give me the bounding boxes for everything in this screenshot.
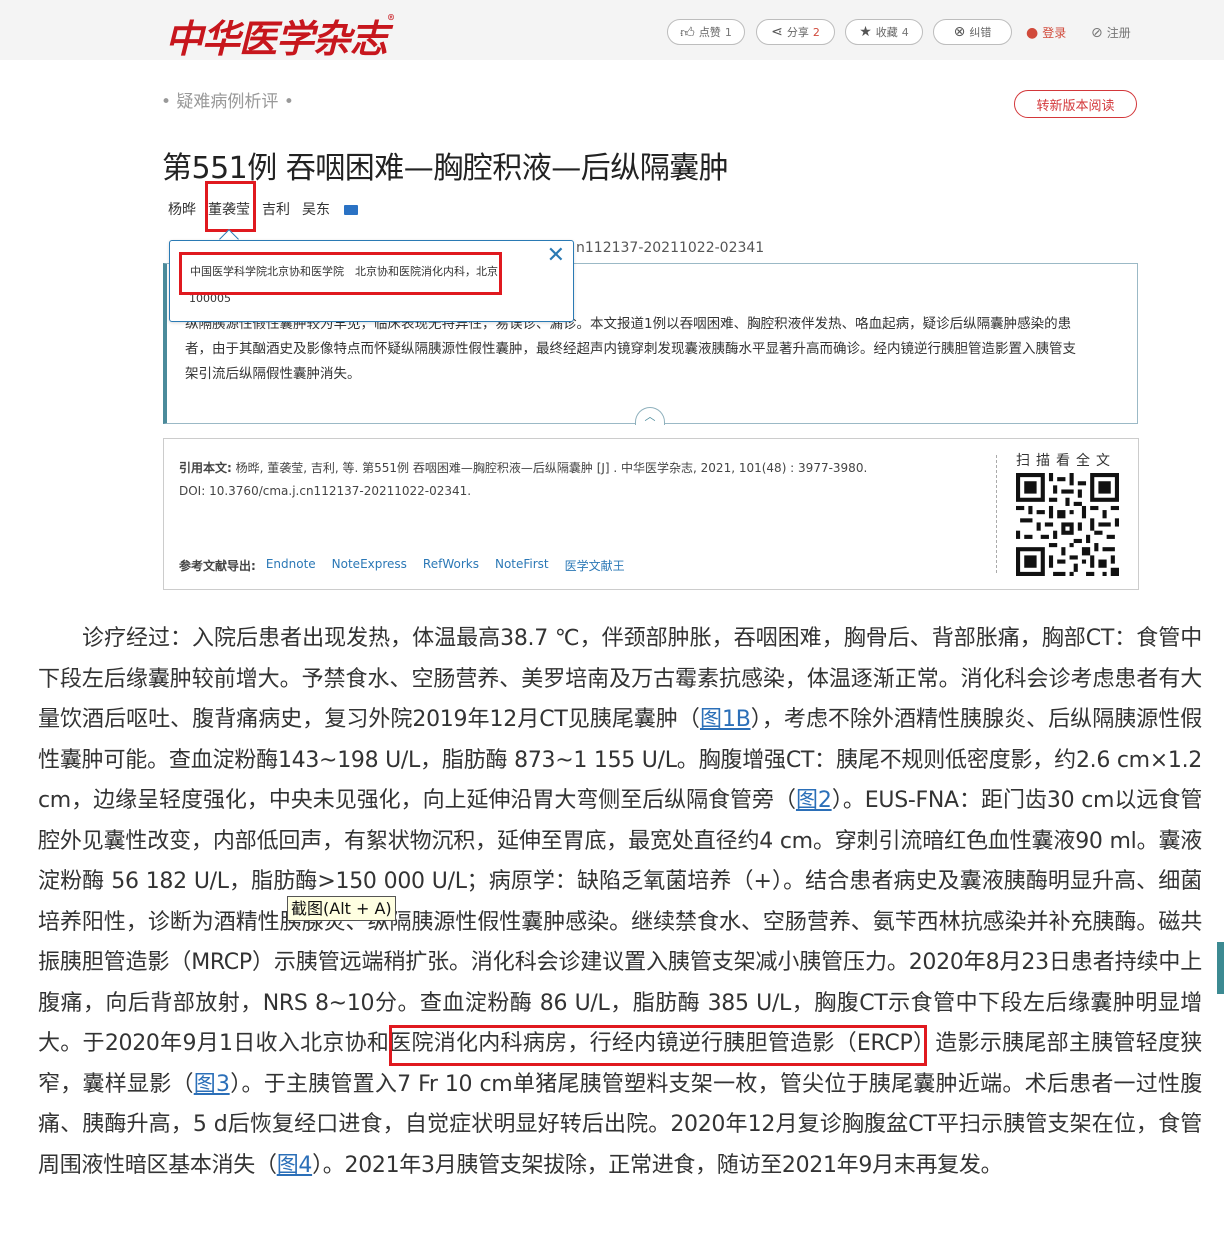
favorite-count: 4	[901, 25, 909, 39]
journal-logo[interactable]: 中华医学杂志®	[165, 8, 395, 63]
author-link[interactable]: 吉利	[262, 199, 290, 219]
abstract-line: 者，由于其酗酒史及影像特点而怀疑纵隔胰源性假性囊肿，最终经超声内镜穿刺发现囊液胰…	[185, 341, 1076, 357]
register-link[interactable]: ⊘ 注册	[1091, 24, 1131, 41]
body-paragraph: 诊疗经过：入院后患者出现发热，体温最高38.7 ℃，伴颈部肿胀，吞咽困难，胸骨后…	[38, 619, 1202, 1186]
user-icon: ●	[1026, 24, 1039, 41]
register-label: 注册	[1106, 26, 1131, 40]
share-icon: ⋖	[771, 24, 783, 40]
citation-doi: DOI: 10.3760/cma.j.cn112137-20211022-023…	[179, 484, 472, 498]
body-text-run: ）。EUS-FNA：距门齿30 cm以远食管腔外见囊性改变，内部低回声，有絮状物…	[38, 788, 1203, 1056]
report-error-button[interactable]: ⊗ 纠错	[933, 19, 1012, 45]
divider	[996, 455, 997, 573]
scrollbar-thumb[interactable]	[1217, 942, 1224, 994]
mail-icon[interactable]	[344, 205, 358, 215]
report-error-label: 纠错	[969, 26, 992, 39]
citation-text: 杨晔, 董袭莹, 吉利, 等. 第551例 吞咽困难—胸腔积液—后纵隔囊肿 [J…	[235, 461, 868, 475]
switch-version-button[interactable]: 转新版本阅读	[1014, 90, 1137, 118]
share-button[interactable]: ⋖ 分享 2	[756, 19, 835, 45]
figure-link[interactable]: 图1B	[700, 707, 751, 732]
author-link[interactable]: 杨晔	[168, 199, 196, 219]
figure-link[interactable]: 图4	[277, 1153, 313, 1178]
export-row: 参考文献导出: Endnote NoteExpress RefWorks Not…	[179, 557, 625, 574]
export-yixuewenxianwang-link[interactable]: 医学文献王	[565, 557, 625, 574]
citation-line: 引用本文: 杨晔, 董袭莹, 吉利, 等. 第551例 吞咽困难—胸腔积液—后纵…	[179, 459, 867, 476]
section-tag: • 疑难病例析评 •	[161, 92, 294, 112]
author-list: 杨晔 董袭莹 吉利 吴东	[168, 199, 358, 219]
logo-text: 中华医学杂志	[165, 16, 388, 61]
abstract-line: 架引流后纵隔假性囊肿消失。	[185, 366, 361, 382]
export-label: 参考文献导出:	[179, 559, 256, 573]
author-link[interactable]: 吴东	[302, 199, 358, 219]
highlight-box-affiliation	[179, 252, 502, 295]
export-noteexpress-link[interactable]: NoteExpress	[332, 557, 407, 574]
author-name: 吴东	[302, 202, 330, 218]
figure-link[interactable]: 图3	[194, 1072, 230, 1097]
citation-label: 引用本文:	[179, 461, 232, 475]
favorite-button[interactable]: ★ 收藏 4	[845, 19, 923, 45]
close-icon[interactable]: ✕	[547, 244, 565, 268]
qr-code-icon	[1016, 473, 1119, 576]
top-bar: 中华医学杂志® 👍︎ 点赞 1 ⋖ 分享 2 ★ 收藏 4 ⊗ 纠错 ● 登录 …	[0, 0, 1224, 63]
body-text-run: ）。2021年3月胰管支架拔除，正常进食，随访至2021年9月末再复发。	[312, 1152, 1003, 1178]
abstract-text: 纵隔胰源性假性囊肿较为罕见，临床表现无特异性，易误诊、漏诊。本文报道1例以吞咽困…	[185, 312, 1125, 387]
star-icon: ★	[859, 24, 872, 40]
figure-link[interactable]: 图2	[796, 788, 832, 813]
share-count: 2	[812, 25, 820, 39]
thumbs-up-icon: 👍︎	[680, 24, 695, 41]
doi-fragment: n112137-20211022-02341	[576, 240, 765, 256]
like-button[interactable]: 👍︎ 点赞 1	[667, 19, 745, 45]
pencil-circle-icon: ⊘	[1091, 24, 1103, 41]
export-endnote-link[interactable]: Endnote	[266, 557, 316, 574]
login-link[interactable]: ● 登录	[1026, 24, 1066, 41]
registered-mark: ®	[387, 12, 395, 23]
collapse-chevron-icon[interactable]: ︿	[635, 407, 665, 425]
citation-box: 引用本文: 杨晔, 董袭莹, 吉利, 等. 第551例 吞咽困难—胸腔积液—后纵…	[163, 438, 1139, 590]
export-refworks-link[interactable]: RefWorks	[423, 557, 479, 574]
highlight-box-author	[205, 181, 256, 232]
export-notefirst-link[interactable]: NoteFirst	[495, 557, 549, 574]
favorite-label: 收藏	[875, 26, 898, 39]
share-label: 分享	[786, 26, 809, 39]
scan-label: 扫描看全文	[1016, 453, 1116, 469]
login-label: 登录	[1042, 26, 1067, 40]
screenshot-tooltip: 截图(Alt + A)	[287, 896, 396, 921]
error-circle-icon: ⊗	[953, 24, 966, 40]
highlight-box-admission	[389, 1025, 927, 1066]
like-label: 点赞	[698, 26, 721, 39]
like-count: 1	[724, 25, 732, 39]
